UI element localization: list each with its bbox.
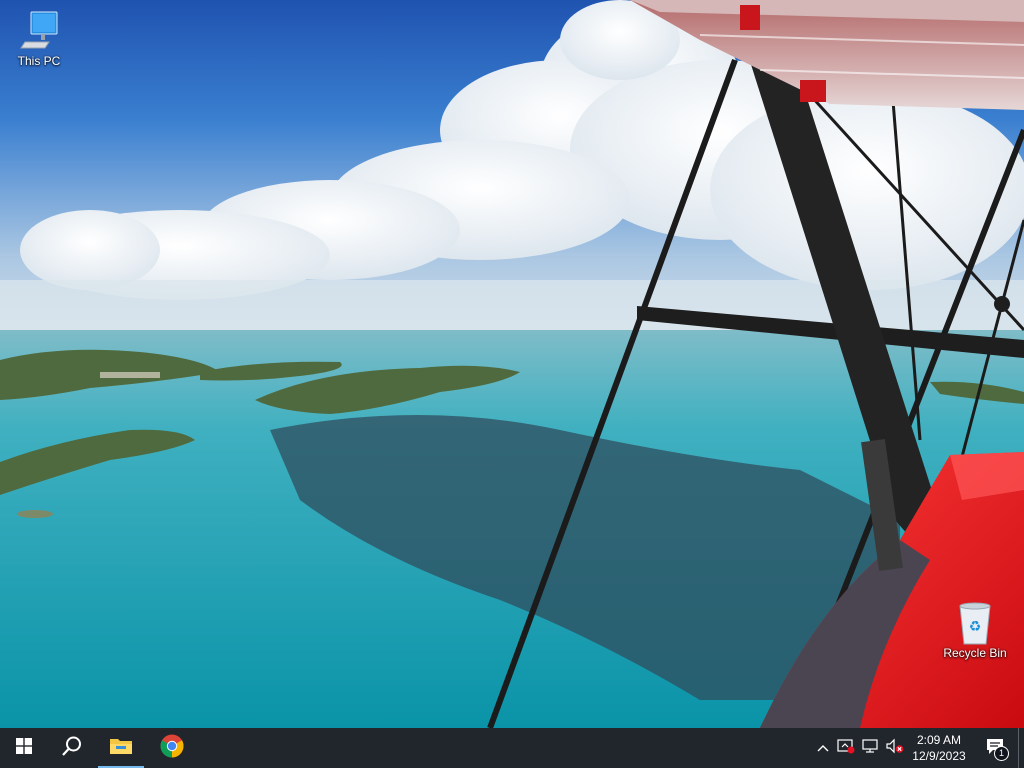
clock[interactable]: 2:09 AM 12/9/2023	[908, 728, 970, 768]
taskbar: 2:09 AM 12/9/2023 1	[0, 728, 1024, 768]
clock-date: 12/9/2023	[912, 749, 966, 763]
recycle-bin-shortcut[interactable]: ♻ Recycle Bin	[937, 600, 1013, 660]
chrome-icon	[160, 734, 184, 763]
file-explorer-icon	[109, 736, 133, 761]
network-icon	[861, 738, 879, 759]
taskbar-file-explorer[interactable]	[98, 728, 144, 768]
show-desktop-button[interactable]	[1018, 728, 1024, 768]
windows-logo-icon	[16, 737, 32, 759]
recycle-bin-label: Recycle Bin	[943, 646, 1007, 660]
start-button[interactable]	[0, 728, 48, 768]
recycle-bin-icon: ♻	[955, 600, 995, 645]
this-pc-label: This PC	[17, 54, 61, 68]
taskbar-chrome[interactable]	[148, 728, 196, 768]
notification-count-badge: 1	[994, 746, 1009, 761]
volume-tray[interactable]	[884, 728, 906, 768]
chevron-up-icon	[817, 739, 829, 757]
clock-time: 2:09 AM	[916, 733, 962, 747]
show-hidden-icons-button[interactable]	[814, 728, 832, 768]
windows-security-icon	[837, 738, 855, 759]
search-icon	[61, 735, 83, 762]
windows-security-tray[interactable]	[836, 728, 856, 768]
desktop-wallpaper	[0, 0, 1024, 728]
volume-muted-icon	[885, 738, 905, 759]
this-pc-shortcut[interactable]: This PC	[1, 8, 77, 68]
network-tray[interactable]	[860, 728, 880, 768]
action-center-button[interactable]: 1	[978, 728, 1012, 768]
svg-text:♻: ♻	[969, 619, 982, 635]
search-button[interactable]	[48, 728, 96, 768]
this-pc-icon	[19, 8, 59, 52]
